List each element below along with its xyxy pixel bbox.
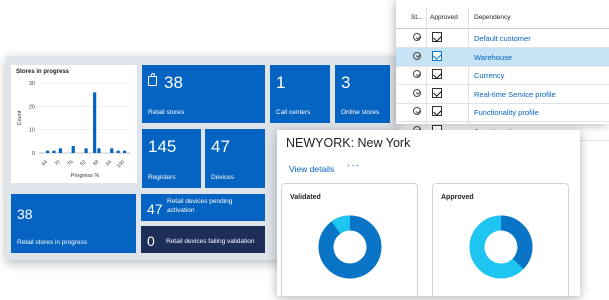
x-tick-label: 70 [54, 159, 62, 167]
y-tick-label: 30 [29, 81, 35, 87]
x-tick-label: 82 [79, 159, 87, 167]
x-tick-label: 88 [92, 159, 100, 167]
status-column-header[interactable]: St... [411, 14, 423, 21]
approved-donut [469, 215, 533, 279]
dependency-row[interactable]: Warehouse [396, 47, 609, 67]
status-check-icon [413, 70, 421, 78]
retail-stores-in-progress-tile[interactable]: 38 Retail stores in progress [11, 194, 136, 253]
call-centers-label: Call centers [276, 109, 311, 116]
retail-stores-count: 38 [164, 73, 183, 92]
registers-count: 145 [148, 137, 177, 156]
dependency-name-link[interactable]: Warehouse [474, 53, 512, 62]
dependency-row[interactable]: Real-time Service profile [396, 85, 609, 104]
approved-checkbox[interactable] [432, 87, 442, 98]
dependency-list-panel: St... Approved Dependency Default custom… [396, 0, 609, 141]
failing-validation-count: 0 [147, 233, 155, 249]
validated-donut [318, 215, 382, 279]
dependency-row[interactable]: Currency [396, 66, 609, 85]
online-stores-tile[interactable]: 3 Online stores [335, 65, 390, 123]
y-axis-label: Count [17, 110, 23, 125]
status-check-icon [413, 88, 421, 97]
dependency-name-link[interactable]: Functionality profile [474, 108, 539, 117]
bar [122, 150, 127, 153]
pending-activation-count: 47 [147, 201, 163, 217]
approved-checkbox[interactable] [432, 32, 442, 42]
retail-stores-tile[interactable]: 38 Retail stores [142, 65, 265, 123]
chart-title: Stores in progress [16, 69, 70, 75]
pending-activation-label: Retail devices pending activation [167, 198, 233, 214]
status-check-icon [413, 51, 421, 60]
dependency-row[interactable]: Functionality profile [396, 103, 609, 122]
bar [93, 92, 97, 153]
view-details-link[interactable]: View details [289, 164, 334, 174]
dependency-list-header: St... Approved Dependency [396, 8, 609, 29]
approved-checkbox[interactable] [432, 106, 442, 116]
devices-tile[interactable]: 47 Devices [205, 129, 265, 188]
approved-donut-minor [500, 215, 533, 270]
validated-donut-minor [331, 215, 351, 234]
x-tick-label: 100 [116, 159, 126, 169]
approved-card[interactable]: Approved [432, 183, 569, 296]
call-centers-tile[interactable]: 1 Call centers [270, 65, 330, 123]
devices-label: Devices [211, 174, 235, 181]
bar [45, 150, 50, 153]
dependency-name-link[interactable]: Default customer [474, 34, 531, 43]
pending-activation-tile[interactable]: 47 Retail devices pending activation [141, 194, 265, 221]
dependency-row[interactable]: Default customer [396, 29, 609, 48]
dependency-name-link[interactable]: Real-time Service profile [474, 90, 556, 99]
x-axis-label: Progress % [71, 173, 100, 179]
x-tick-label: 64 [41, 159, 49, 167]
registers-label: Registers [148, 174, 176, 181]
status-check-icon [413, 107, 421, 115]
approved-checkbox[interactable] [432, 50, 442, 61]
store-icon [148, 73, 157, 86]
bar [97, 148, 101, 153]
store-details-panel: NEWYORK: New York View details ··· Valid… [277, 130, 580, 296]
store-title: NEWYORK: New York [286, 136, 411, 150]
dependency-name-link[interactable]: Currency [474, 71, 504, 80]
y-tick-label: 0 [32, 151, 35, 157]
x-tick-label: 76 [66, 159, 74, 167]
stores-in-progress-chart-tile[interactable]: Stores in progress 0 10 20 30 64 70 76 82 88 94 10… [11, 65, 137, 183]
validated-card[interactable]: Validated [281, 183, 418, 296]
registers-tile[interactable]: 145 Registers [142, 129, 201, 188]
devices-count: 47 [211, 137, 230, 156]
bar [58, 148, 62, 153]
bar [52, 150, 56, 153]
bar [71, 146, 75, 153]
call-centers-count: 1 [276, 73, 286, 92]
y-tick-label: 20 [29, 104, 35, 110]
retail-stores-label: Retail stores [148, 109, 185, 116]
dependency-column-header[interactable]: Dependency [474, 14, 511, 21]
more-options-icon[interactable]: ··· [347, 160, 360, 171]
status-check-icon [413, 33, 421, 41]
bar [116, 150, 120, 153]
online-stores-label: Online stores [341, 109, 380, 116]
bar [110, 148, 114, 153]
bar-chart: 0 10 20 30 64 70 76 82 88 94 100 Progress % Count [17, 81, 131, 179]
retail-in-progress-label: Retail stores in progress [17, 239, 88, 246]
failing-validation-tile[interactable]: 0 Retail devices failing validation [141, 226, 265, 253]
x-tick-label: 94 [105, 159, 113, 167]
online-stores-count: 3 [341, 73, 351, 92]
y-tick-label: 10 [29, 128, 35, 134]
bar [84, 148, 88, 153]
approved-checkbox[interactable] [432, 69, 442, 79]
failing-validation-label: Retail devices failing validation [166, 238, 255, 245]
approved-column-header[interactable]: Approved [430, 14, 458, 21]
retail-in-progress-count: 38 [17, 206, 33, 222]
